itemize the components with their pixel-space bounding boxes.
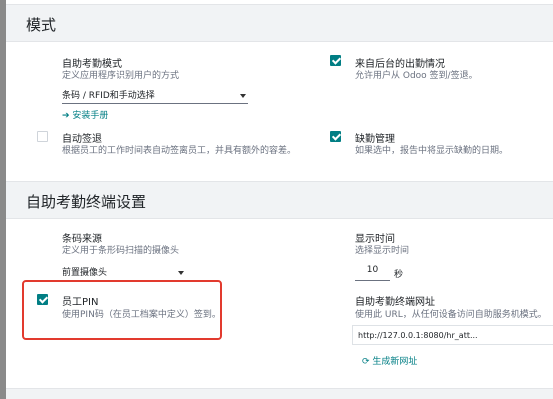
display-time-input[interactable]: 10 xyxy=(355,265,390,281)
section-title: 自助考勤终端设置 xyxy=(26,193,147,211)
regenerate-url-label: 生成新网址 xyxy=(372,357,418,367)
kiosk-mode-desc: 定义应用程序识别用户的方式 xyxy=(62,71,180,81)
chevron-down-icon xyxy=(178,271,184,275)
backend-attendance-desc: 允许用户从 Odoo 签到/签退。 xyxy=(355,71,478,81)
kiosk-url-field[interactable]: http://127.0.0.1:8080/hr_att... xyxy=(352,325,553,345)
chevron-down-icon xyxy=(240,94,246,98)
section-title: 模式 xyxy=(26,16,57,34)
barcode-source-desc: 定义用于条形码扫描的摄像头 xyxy=(62,246,180,256)
kiosk-url-title: 自助考勤终端网址 xyxy=(355,297,435,308)
barcode-source-select-value: 前置摄像头 xyxy=(62,268,108,278)
install-manual-label: 安装手册 xyxy=(72,111,109,121)
kiosk-mode-select[interactable]: 条码 / RFID和手动选择 xyxy=(62,88,248,104)
backend-attendance-checkbox[interactable] xyxy=(330,55,341,66)
section-header-kiosk-settings: 自助考勤终端设置 xyxy=(6,181,553,219)
section-header-mode: 模式 xyxy=(6,4,553,42)
install-manual-link[interactable]: ➔ 安装手册 xyxy=(62,108,108,121)
display-time-desc: 选择显示时间 xyxy=(355,246,410,256)
highlight-box xyxy=(22,280,222,340)
kiosk-url-desc: 使用此 URL，从任何设备访问自助服务机模式。 xyxy=(355,310,547,320)
next-section-header xyxy=(6,388,553,399)
absence-management-desc: 如果选中，报告中将显示缺勤的日期。 xyxy=(355,146,509,156)
barcode-source-select[interactable]: 前置摄像头 xyxy=(62,265,186,281)
absence-management-checkbox[interactable] xyxy=(330,131,341,142)
display-time-unit: 秒 xyxy=(394,270,404,280)
auto-checkout-checkbox[interactable] xyxy=(37,131,48,142)
kiosk-mode-select-value: 条码 / RFID和手动选择 xyxy=(62,91,155,101)
auto-checkout-desc: 根据员工的工作时间表自动签离员工，并具有额外的容差。 xyxy=(62,146,297,156)
arrow-right-icon: ➔ xyxy=(62,111,70,121)
regenerate-url-button[interactable]: ⟳ 生成新网址 xyxy=(362,354,417,367)
refresh-icon: ⟳ xyxy=(362,357,370,367)
